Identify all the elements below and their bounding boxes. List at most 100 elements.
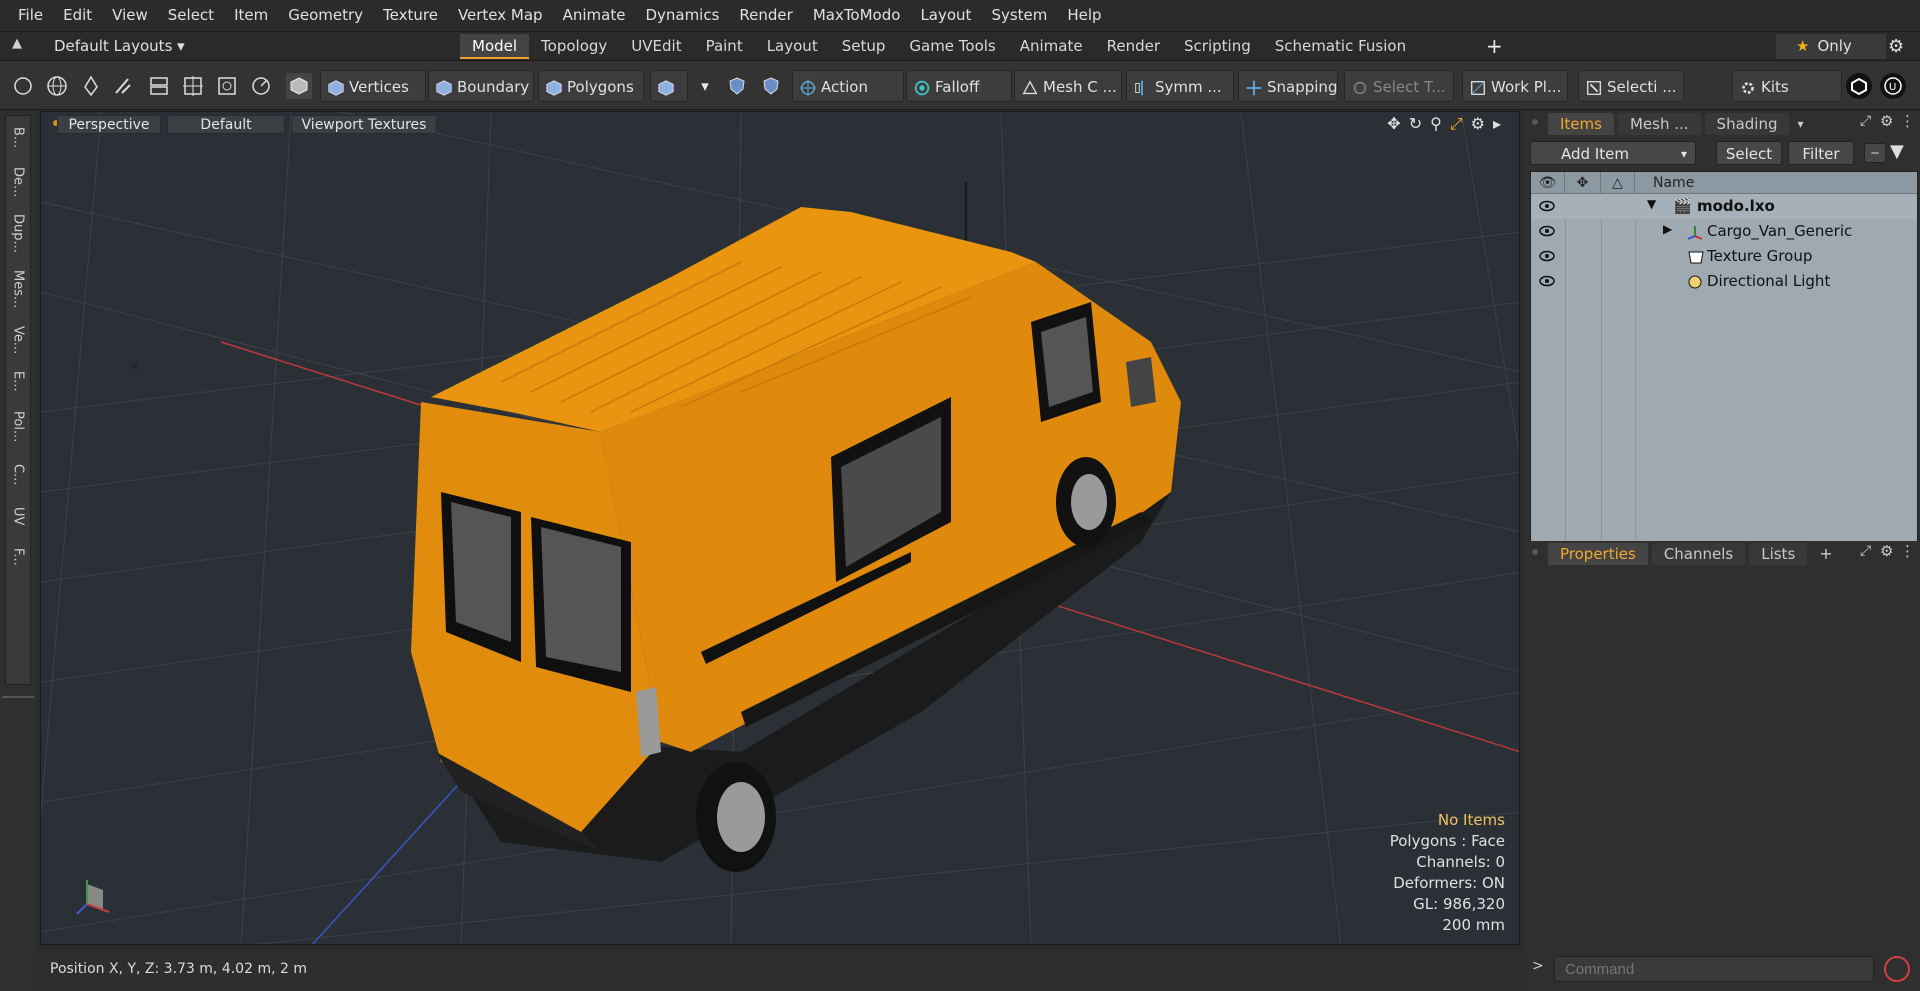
action-center-button[interactable]: Action <box>792 70 904 102</box>
command-history-chevron-icon[interactable]: > <box>1532 958 1544 974</box>
frame-select-icon[interactable] <box>214 73 240 99</box>
maximize-view-icon[interactable]: ⤢ <box>1450 114 1463 134</box>
tab-channels[interactable]: Channels <box>1651 543 1746 565</box>
type-header-icon[interactable]: △ <box>1601 172 1635 194</box>
vtab-vertex[interactable]: Ve... <box>5 319 31 361</box>
command-input[interactable] <box>1554 956 1874 982</box>
collapse-list-icon[interactable]: ─ <box>1864 143 1886 163</box>
viewport-scene[interactable]: × <box>41 112 1520 945</box>
tab-paint[interactable]: Paint <box>694 34 755 59</box>
work-plane-button[interactable]: Work Pl... <box>1462 70 1568 102</box>
polygons-button[interactable]: Polygons <box>538 70 644 102</box>
vtab-edge[interactable]: E... <box>5 363 31 399</box>
falloff-button[interactable]: Falloff <box>906 70 1012 102</box>
material-mode-button[interactable] <box>650 70 688 102</box>
eye-icon[interactable] <box>1539 274 1555 288</box>
filter-button[interactable]: Filter <box>1788 141 1854 165</box>
item-row-scene[interactable]: ▼ 🎬 modo.lxo <box>1531 194 1917 219</box>
tab-setup[interactable]: Setup <box>830 34 898 59</box>
grid-snap-icon[interactable] <box>180 73 206 99</box>
vtab-mesh-edit[interactable]: Mes... <box>5 261 31 317</box>
tab-items[interactable]: Items <box>1548 113 1614 135</box>
add-layout-tab-icon[interactable]: + <box>1486 34 1503 59</box>
menu-dynamics[interactable]: Dynamics <box>635 0 729 31</box>
eye-icon[interactable] <box>1539 199 1555 213</box>
add-tab-icon[interactable]: + <box>1819 543 1832 565</box>
menu-help[interactable]: Help <box>1057 0 1111 31</box>
menu-view[interactable]: View <box>102 0 158 31</box>
select-button[interactable]: Select <box>1716 141 1782 165</box>
view-perspective-dropdown[interactable]: Perspective <box>57 115 161 134</box>
properties-gear-icon[interactable]: ⚙ <box>1880 542 1893 560</box>
menu-render[interactable]: Render <box>729 0 802 31</box>
tabs-overflow-icon[interactable]: ▾ <box>1797 113 1803 135</box>
boundary-button[interactable]: Boundary <box>428 70 534 102</box>
item-mode-cube-icon[interactable] <box>286 73 312 99</box>
menu-animate[interactable]: Animate <box>553 0 636 31</box>
pen-tool-icon[interactable] <box>78 73 104 99</box>
tab-model[interactable]: Model <box>460 34 530 59</box>
eye-icon[interactable] <box>1539 224 1555 238</box>
symmetry-button[interactable]: Symm ... <box>1126 70 1234 102</box>
menu-texture[interactable]: Texture <box>373 0 448 31</box>
selection-sets-button[interactable]: Selecti ... <box>1578 70 1684 102</box>
shading-default-dropdown[interactable]: Default <box>167 115 285 134</box>
items-panel-menu-icon[interactable]: ⋮ <box>1900 112 1915 130</box>
lock-header-icon[interactable]: ✥ <box>1565 172 1601 194</box>
vtab-polygon[interactable]: Pol... <box>5 401 31 453</box>
shield-cube-alt-icon[interactable] <box>758 73 784 99</box>
kits-button[interactable]: Kits <box>1732 70 1842 102</box>
menu-edit[interactable]: Edit <box>53 0 102 31</box>
item-row-texture-group[interactable]: Texture Group <box>1531 244 1917 269</box>
add-item-button[interactable]: Add Item ▾ <box>1530 141 1696 165</box>
tab-render[interactable]: Render <box>1095 34 1172 59</box>
eye-icon[interactable] <box>1539 249 1555 263</box>
tab-uvedit[interactable]: UVEdit <box>619 34 693 59</box>
rotate-view-icon[interactable]: ↻ <box>1409 114 1422 134</box>
chevron-down-icon[interactable]: ▾ <box>692 73 718 99</box>
gear-icon[interactable]: ⚙ <box>1888 34 1904 59</box>
viewport-gear-icon[interactable]: ⚙ <box>1471 114 1485 134</box>
circle-select-icon[interactable] <box>10 73 36 99</box>
menu-layout[interactable]: Layout <box>910 0 981 31</box>
select-through-button[interactable]: Select T... <box>1344 70 1454 102</box>
snapping-button[interactable]: Snapping <box>1238 70 1338 102</box>
tab-layout[interactable]: Layout <box>755 34 830 59</box>
radial-icon[interactable] <box>248 73 274 99</box>
zoom-view-icon[interactable]: ⚲ <box>1430 114 1442 134</box>
vtab-basic[interactable]: B... <box>5 119 31 157</box>
name-column-header[interactable]: Name <box>1635 172 1919 194</box>
unity-logo-icon[interactable] <box>1846 73 1872 99</box>
cargo-van-model[interactable] <box>411 207 1181 872</box>
tab-shading[interactable]: Shading <box>1704 113 1790 135</box>
vtab-curve[interactable]: C... <box>5 455 31 495</box>
expand-arrow-icon[interactable]: ▼ <box>1647 197 1656 211</box>
vtab-duplicate[interactable]: Dup... <box>5 207 31 259</box>
unreal-logo-icon[interactable]: U <box>1880 73 1906 99</box>
viewport-textures-dropdown[interactable]: Viewport Textures <box>291 115 437 134</box>
menu-maxtomodo[interactable]: MaxToModo <box>803 0 911 31</box>
item-row-mesh[interactable]: ▶ Cargo_Van_Generic <box>1531 219 1917 244</box>
filter-funnel-icon[interactable]: ▼ <box>1890 141 1904 162</box>
vtab-deform[interactable]: De... <box>5 159 31 205</box>
vtab-uv[interactable]: UV <box>5 497 31 535</box>
tab-schematic-fusion[interactable]: Schematic Fusion <box>1263 34 1418 59</box>
globe-icon[interactable] <box>44 73 70 99</box>
3d-viewport[interactable]: × Perspective Default Viewport Textures … <box>40 111 1520 945</box>
default-layouts-dropdown[interactable]: Default Layouts ▾ <box>54 35 185 57</box>
brush-tool-icon[interactable] <box>110 73 136 99</box>
menu-select[interactable]: Select <box>158 0 224 31</box>
mesh-constraints-button[interactable]: Mesh C ... <box>1014 70 1122 102</box>
tab-mesh-ops[interactable]: Mesh ... <box>1617 113 1701 135</box>
visibility-header-icon[interactable]: 👁 <box>1531 172 1565 194</box>
item-row-light[interactable]: Directional Light <box>1531 269 1917 294</box>
items-panel-expand-icon[interactable]: ⤢ <box>1860 113 1871 129</box>
viewport-expand-icon[interactable]: ▸ <box>1493 114 1501 134</box>
tab-scripting[interactable]: Scripting <box>1172 34 1263 59</box>
tab-topology[interactable]: Topology <box>529 34 619 59</box>
only-toggle-button[interactable]: ★ Only <box>1776 34 1886 59</box>
vertices-button[interactable]: Vertices <box>320 70 426 102</box>
tab-animate[interactable]: Animate <box>1008 34 1095 59</box>
move-view-icon[interactable]: ✥ <box>1387 114 1400 134</box>
tab-game-tools[interactable]: Game Tools <box>897 34 1007 59</box>
